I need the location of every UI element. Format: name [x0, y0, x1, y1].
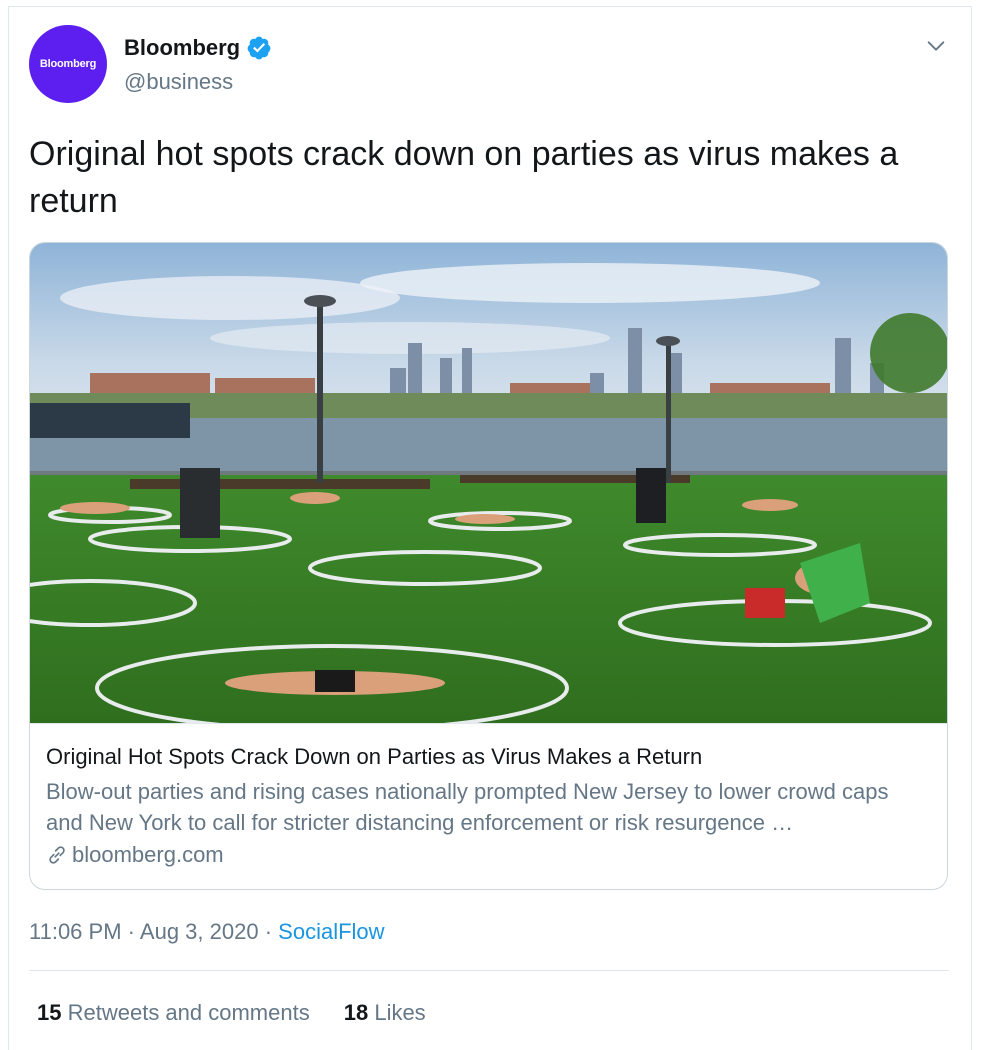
- tweet-source-link[interactable]: SocialFlow: [278, 919, 384, 944]
- link-card-domain[interactable]: bloomberg.com: [72, 842, 224, 868]
- tweet-meta: 11:06 PM · Aug 3, 2020 · SocialFlow: [29, 919, 385, 945]
- tweet-card: Bloomberg Bloomberg @business Original h…: [8, 6, 972, 1050]
- link-card-domain-row[interactable]: bloomberg.com: [46, 842, 224, 868]
- link-preview-card[interactable]: Original Hot Spots Crack Down on Parties…: [29, 242, 948, 890]
- meta-separator: ·: [264, 919, 273, 944]
- chevron-down-icon[interactable]: [925, 35, 947, 57]
- likes-stat[interactable]: 18 Likes: [344, 1000, 426, 1026]
- tweet-stats: 15 Retweets and comments 18 Likes: [37, 1000, 460, 1026]
- author-display-name[interactable]: Bloomberg: [124, 35, 240, 61]
- likes-label: Likes: [374, 1000, 426, 1025]
- author-handle[interactable]: @business: [124, 69, 233, 95]
- tweet-date[interactable]: Aug 3, 2020: [140, 919, 259, 944]
- author-name-row[interactable]: Bloomberg: [124, 35, 272, 61]
- link-card-description: Blow-out parties and rising cases nation…: [46, 779, 889, 835]
- tweet-time[interactable]: 11:06 PM: [29, 919, 122, 944]
- avatar[interactable]: Bloomberg: [29, 25, 107, 103]
- link-card-body[interactable]: Original Hot Spots Crack Down on Parties…: [30, 723, 947, 889]
- link-preview-image[interactable]: [30, 243, 947, 723]
- likes-count: 18: [343, 1000, 369, 1025]
- divider: [29, 970, 949, 971]
- link-card-title[interactable]: Original Hot Spots Crack Down on Parties…: [46, 744, 702, 770]
- verified-badge-icon: [247, 36, 271, 60]
- tweet-text: Original hot spots crack down on parties…: [29, 135, 899, 220]
- meta-separator: ·: [127, 919, 135, 944]
- link-icon: [49, 846, 65, 864]
- retweets-stat[interactable]: 15 Retweets and comments: [37, 1000, 310, 1026]
- retweets-count: 15: [37, 1000, 62, 1025]
- retweets-label: Retweets and comments: [67, 1000, 310, 1025]
- avatar-text: Bloomberg: [39, 58, 97, 70]
